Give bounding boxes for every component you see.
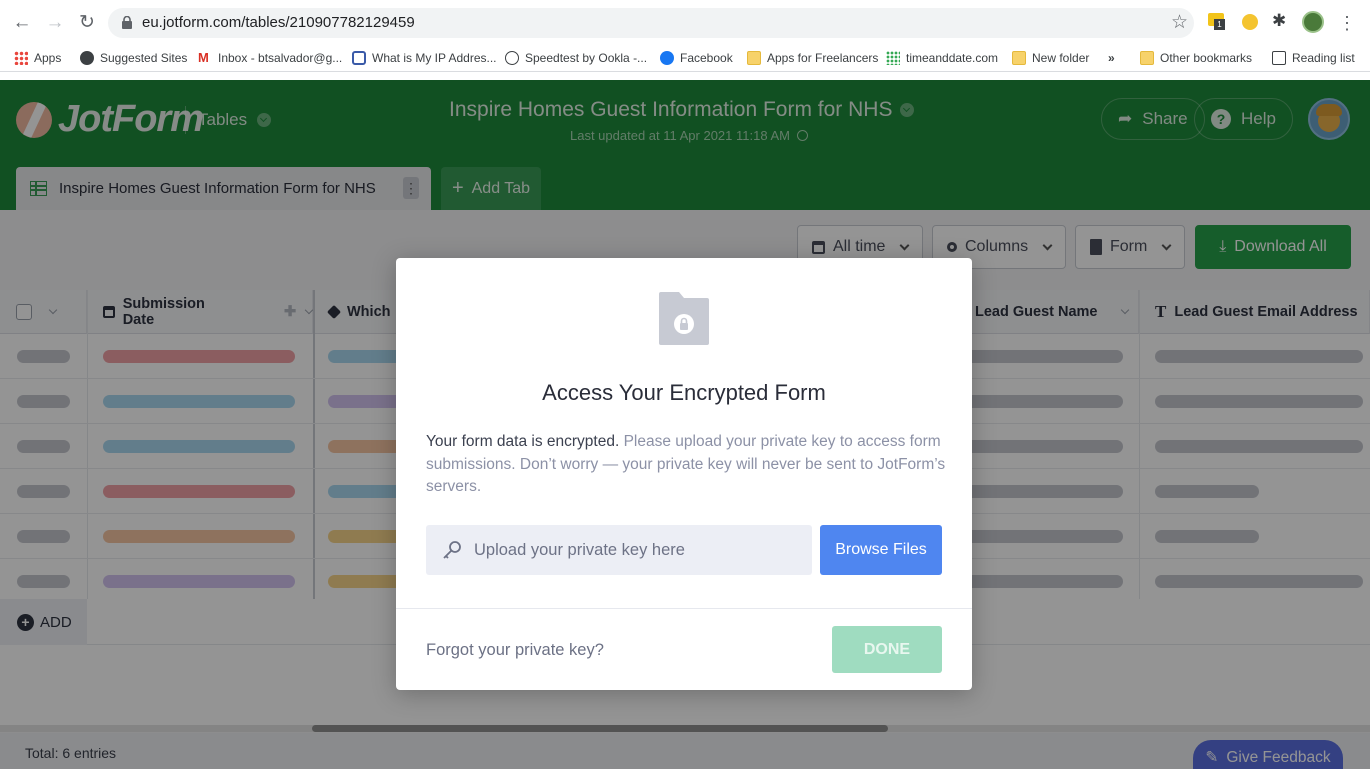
locked-folder-icon (659, 292, 709, 345)
overflow-chevron-icon: » (1108, 51, 1115, 65)
extension-icon[interactable]: 1 (1208, 13, 1230, 35)
bookmark-speedtest[interactable]: Speedtest by Ookla -... (505, 51, 647, 65)
bookmark-new-folder[interactable]: New folder (1012, 51, 1089, 65)
dialog-title: Access Your Encrypted Form (542, 380, 826, 405)
bookmark-apps[interactable]: Apps (14, 51, 61, 65)
bookmark-inbox[interactable]: M Inbox - btsalvador@g... (198, 50, 343, 66)
bookmark-other[interactable]: Other bookmarks (1140, 51, 1252, 65)
bookmarks-bar: Apps Suggested Sites M Inbox - btsalvado… (0, 46, 1370, 72)
browser-toolbar: ← → ↻ eu.jotform.com/tables/210907782129… (0, 0, 1370, 46)
bookmark-label: Other bookmarks (1160, 51, 1253, 65)
bookmark-label: What is My IP Addres... (372, 51, 497, 65)
menu-dots-icon[interactable]: ⋮ (1336, 12, 1358, 34)
bookmark-ip-address[interactable]: What is My IP Addres... (352, 51, 497, 65)
upload-placeholder: Upload your private key here (474, 540, 685, 559)
gmail-icon: M (198, 50, 209, 65)
emoji-extension-icon[interactable] (1242, 14, 1264, 36)
forgot-private-key-link[interactable]: Forgot your private key? (426, 641, 604, 660)
done-button[interactable]: DONE (832, 626, 942, 673)
folder-icon (1140, 51, 1154, 65)
apps-grid-icon (14, 51, 28, 65)
bookmark-apps-for-freelancers[interactable]: Apps for Freelancers (747, 51, 878, 65)
key-icon (443, 541, 461, 559)
magnifier-icon (352, 51, 366, 65)
url-text: eu.jotform.com/tables/210907782129459 (142, 14, 415, 31)
puzzle-icon[interactable]: ✱ (1272, 11, 1294, 33)
folder-icon (1012, 51, 1026, 65)
dialog-divider (396, 608, 972, 609)
bookmark-label: Facebook (680, 51, 733, 65)
bookmark-label: Apps (34, 51, 62, 65)
folder-icon (747, 51, 761, 65)
bookmark-suggested-sites[interactable]: Suggested Sites (80, 51, 187, 65)
dots-icon (886, 51, 900, 65)
forward-arrow-icon[interactable]: → (44, 12, 66, 34)
speedometer-icon (505, 51, 519, 65)
bookmark-label: Speedtest by Ookla -... (525, 51, 648, 65)
reload-icon[interactable]: ↻ (76, 12, 98, 34)
bookmark-label: Inbox - btsalvador@g... (218, 51, 343, 65)
bookmark-label: New folder (1032, 51, 1090, 65)
profile-avatar-icon[interactable] (1302, 11, 1324, 33)
bookmark-star-icon[interactable]: ☆ (1171, 11, 1188, 34)
reading-list-icon (1272, 51, 1286, 65)
dialog-description: Your form data is encrypted. Please uplo… (426, 431, 946, 499)
reading-list[interactable]: Reading list (1272, 51, 1355, 65)
bookmarks-overflow[interactable]: » (1108, 51, 1115, 65)
bookmark-facebook[interactable]: Facebook (660, 51, 733, 65)
bookmark-label: Suggested Sites (100, 51, 188, 65)
jotform-tables-app: JotForm Tables Inspire Homes Guest Infor… (0, 80, 1370, 769)
private-key-upload-field[interactable]: Upload your private key here (426, 525, 812, 575)
bookmark-label: timeanddate.com (906, 51, 999, 65)
globe-icon (80, 51, 94, 65)
browse-files-button[interactable]: Browse Files (820, 525, 942, 575)
back-arrow-icon[interactable]: ← (11, 12, 33, 34)
bookmark-timeanddate[interactable]: timeanddate.com (886, 51, 998, 65)
bookmark-label: Apps for Freelancers (767, 51, 879, 65)
bookmark-label: Reading list (1292, 51, 1355, 65)
lock-icon (122, 16, 132, 29)
facebook-icon (660, 51, 674, 65)
address-bar[interactable]: eu.jotform.com/tables/210907782129459 ☆ (108, 8, 1194, 38)
encrypted-form-dialog: Access Your Encrypted Form Your form dat… (396, 258, 972, 690)
description-emphasis: Your form data is encrypted. (426, 433, 620, 450)
